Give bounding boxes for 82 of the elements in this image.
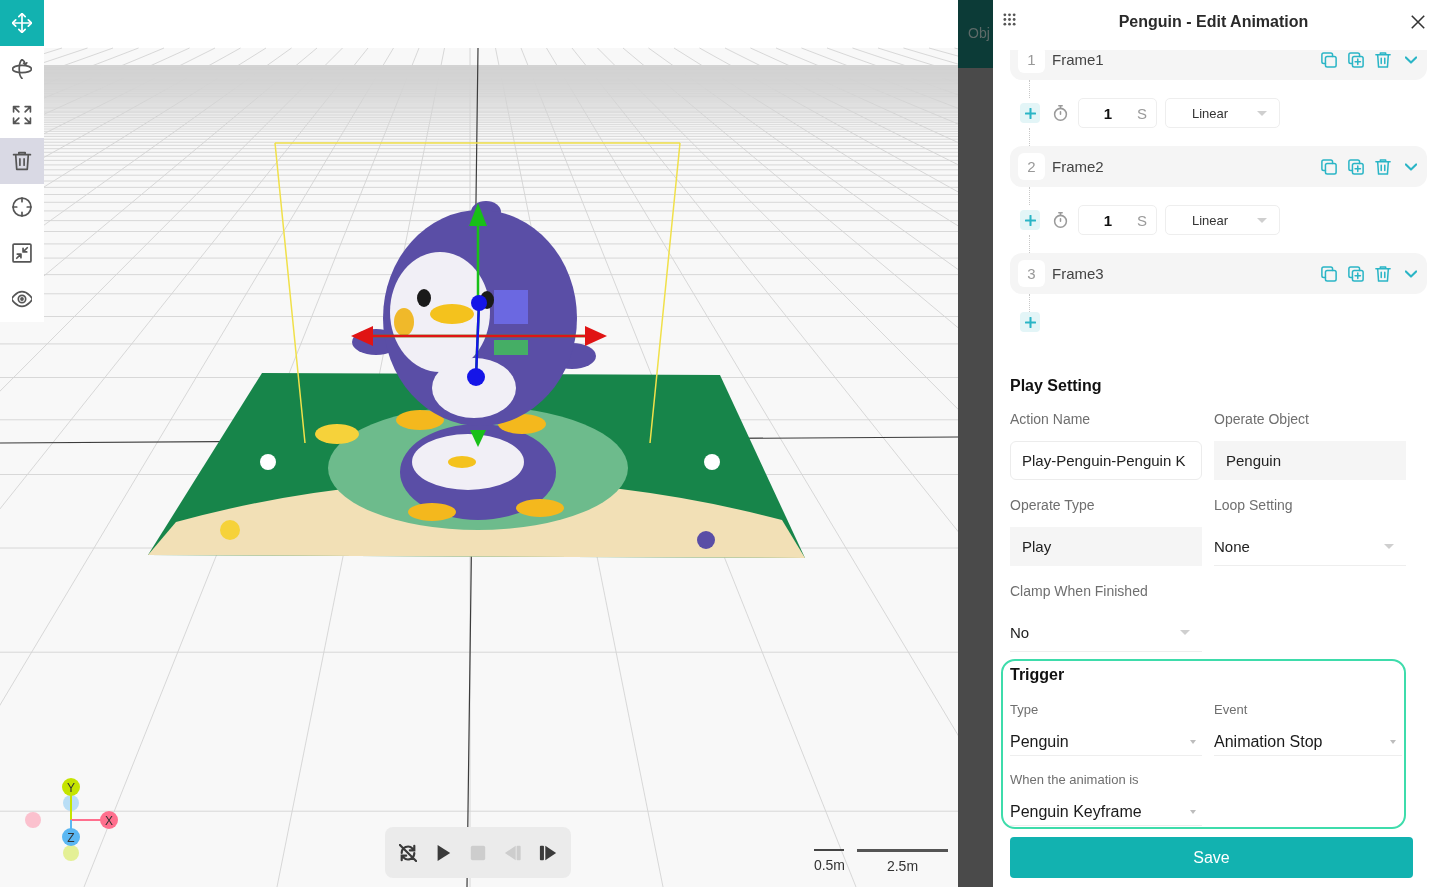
axis-dot-icon[interactable]	[63, 795, 79, 811]
plus-icon	[1024, 316, 1036, 328]
close-button[interactable]	[1411, 15, 1425, 29]
chevron-down-icon[interactable]	[1405, 53, 1417, 66]
repeat-slash-icon[interactable]	[399, 843, 417, 862]
panel-title: Penguin - Edit Animation	[1117, 12, 1310, 32]
caret-icon	[1190, 810, 1196, 814]
readonly-field[interactable]: Play	[1010, 527, 1202, 566]
select-field[interactable]: None	[1214, 527, 1406, 566]
axis-handle[interactable]: X	[70, 811, 118, 829]
copy-icon[interactable]	[1321, 265, 1337, 282]
plus-icon	[1024, 214, 1036, 226]
close-icon	[1411, 15, 1425, 29]
chevron-down-icon[interactable]	[1405, 267, 1417, 280]
step-forward-icon[interactable]	[539, 843, 557, 862]
scale-line	[814, 849, 845, 851]
caret-icon	[1257, 110, 1267, 116]
field-label: Event	[1214, 701, 1249, 719]
chevron-down-icon[interactable]	[1405, 160, 1417, 173]
caret-icon	[1190, 740, 1196, 744]
dots-grid-icon[interactable]	[1003, 13, 1016, 26]
field-label: Action Name	[1010, 410, 1092, 429]
duration-field[interactable]: 1 S	[1078, 205, 1157, 235]
trash-icon[interactable]	[1375, 51, 1391, 68]
field-label: Operate Type	[1010, 496, 1096, 515]
frame-number: 2	[1018, 153, 1045, 180]
plus-icon	[1024, 107, 1036, 119]
duplicate-plus-icon[interactable]	[1348, 265, 1364, 282]
keyframe-card[interactable]: 2 Frame2	[1010, 146, 1427, 187]
expand-icon	[12, 105, 32, 125]
orbit-icon	[12, 59, 32, 79]
trash-icon	[12, 151, 32, 171]
duration-field[interactable]: 1 S	[1078, 98, 1157, 128]
readonly-field[interactable]: Penguin	[1214, 441, 1406, 480]
axis-handle[interactable]: Y	[62, 778, 80, 821]
axis-dot-icon[interactable]	[25, 812, 41, 828]
stopwatch-icon	[1053, 212, 1068, 228]
field-label: When the animation is	[1010, 771, 1140, 789]
trash-icon[interactable]	[1375, 265, 1391, 282]
field-label: Clamp When Finished	[1010, 582, 1149, 601]
frame-number: 1	[1018, 50, 1045, 73]
crosshair-icon	[12, 197, 32, 217]
field-label: Operate Object	[1214, 410, 1310, 429]
frame-name: Frame2	[1052, 158, 1104, 175]
add-button[interactable]	[1020, 103, 1040, 123]
unit-label: S	[1137, 211, 1147, 229]
copy-icon[interactable]	[1321, 51, 1337, 68]
select-field[interactable]: No	[1010, 613, 1202, 652]
section-heading: Trigger	[1010, 665, 1066, 685]
shrink-icon	[12, 243, 32, 263]
easing-select[interactable]: Linear	[1165, 205, 1280, 235]
stopwatch-icon	[1053, 105, 1068, 121]
keyframe-card[interactable]: 3 Frame3	[1010, 253, 1427, 294]
copy-icon[interactable]	[1321, 158, 1337, 175]
add-button[interactable]	[1020, 312, 1040, 332]
keyframe-card[interactable]: 1 Frame1	[1010, 50, 1427, 80]
caret-icon	[1390, 740, 1396, 744]
move-icon	[12, 13, 32, 33]
frame-name: Frame3	[1052, 265, 1104, 282]
text-field[interactable]: Play-Penguin-Penguin K	[1010, 441, 1202, 480]
trash-icon[interactable]	[1375, 158, 1391, 175]
unit-label: S	[1137, 104, 1147, 122]
scale-label: 0.5m	[813, 857, 845, 873]
select-field[interactable]: Penguin	[1010, 729, 1202, 756]
duplicate-plus-icon[interactable]	[1348, 51, 1364, 68]
scale-label: 2.5m	[886, 858, 919, 874]
add-button[interactable]	[1020, 210, 1040, 230]
frame-number: 3	[1018, 260, 1045, 287]
frame-name: Frame1	[1052, 51, 1104, 68]
caret-icon	[1257, 217, 1267, 223]
field-label: Type	[1010, 701, 1040, 719]
caret-icon	[1384, 543, 1394, 549]
select-field[interactable]: Penguin Keyframe	[1010, 799, 1202, 826]
easing-select[interactable]: Linear	[1165, 98, 1280, 128]
eye-icon	[12, 289, 32, 309]
axis-dot-icon[interactable]	[63, 845, 79, 861]
tool-button[interactable]	[0, 138, 44, 184]
caret-icon	[1180, 629, 1190, 635]
field-label: Loop Setting	[1214, 496, 1294, 515]
select-field[interactable]: Animation Stop	[1214, 729, 1402, 756]
duplicate-plus-icon[interactable]	[1348, 158, 1364, 175]
section-heading: Play Setting	[1010, 376, 1103, 396]
